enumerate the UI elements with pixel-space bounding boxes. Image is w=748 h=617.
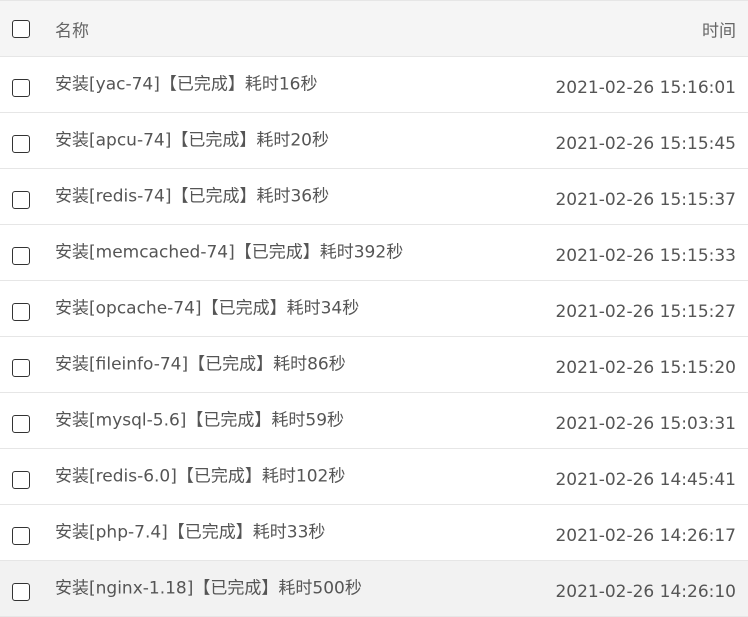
task-time: 2021-02-26 15:15:33 [555, 245, 736, 266]
task-name: 安装[fileinfo-74]【已完成】耗时86秒 [55, 354, 346, 374]
task-log-table: 名称 时间 安装[yac-74]【已完成】耗时16秒 2021-02-26 15… [0, 0, 748, 617]
column-header-time: 时间 [702, 21, 736, 41]
select-all-checkbox[interactable] [12, 19, 30, 38]
task-name: 安装[apcu-74]【已完成】耗时20秒 [55, 130, 329, 150]
table-row[interactable]: 安装[php-7.4]【已完成】耗时33秒 2021-02-26 14:26:1… [0, 505, 748, 561]
task-time: 2021-02-26 15:15:45 [555, 133, 736, 154]
row-checkbox[interactable] [12, 134, 30, 153]
task-time: 2021-02-26 14:45:41 [555, 469, 736, 490]
task-name: 安装[mysql-5.6]【已完成】耗时59秒 [55, 410, 345, 430]
task-name: 安装[memcached-74]【已完成】耗时392秒 [55, 242, 404, 262]
table-row[interactable]: 安装[nginx-1.18]【已完成】耗时500秒 2021-02-26 14:… [0, 561, 748, 617]
task-time: 2021-02-26 15:15:27 [555, 301, 736, 322]
task-time: 2021-02-26 14:26:10 [555, 581, 736, 602]
task-name: 安装[redis-74]【已完成】耗时36秒 [55, 186, 330, 206]
row-checkbox[interactable] [12, 246, 30, 265]
row-checkbox[interactable] [12, 470, 30, 489]
task-name: 安装[nginx-1.18]【已完成】耗时500秒 [55, 578, 362, 598]
task-time: 2021-02-26 15:15:20 [555, 357, 736, 378]
table-row[interactable]: 安装[opcache-74]【已完成】耗时34秒 2021-02-26 15:1… [0, 281, 748, 337]
row-checkbox[interactable] [12, 190, 30, 209]
column-header-name: 名称 [55, 21, 89, 41]
table-row[interactable]: 安装[apcu-74]【已完成】耗时20秒 2021-02-26 15:15:4… [0, 113, 748, 169]
table-row[interactable]: 安装[redis-6.0]【已完成】耗时102秒 2021-02-26 14:4… [0, 449, 748, 505]
row-checkbox[interactable] [12, 302, 30, 321]
table-row[interactable]: 安装[fileinfo-74]【已完成】耗时86秒 2021-02-26 15:… [0, 337, 748, 393]
table-row[interactable]: 安装[redis-74]【已完成】耗时36秒 2021-02-26 15:15:… [0, 169, 748, 225]
task-name: 安装[redis-6.0]【已完成】耗时102秒 [55, 466, 346, 486]
task-time: 2021-02-26 15:16:01 [555, 77, 736, 98]
task-time: 2021-02-26 14:26:17 [555, 525, 736, 546]
table-row[interactable]: 安装[mysql-5.6]【已完成】耗时59秒 2021-02-26 15:03… [0, 393, 748, 449]
row-checkbox[interactable] [12, 414, 30, 433]
row-checkbox[interactable] [12, 582, 30, 601]
task-time: 2021-02-26 15:03:31 [555, 413, 736, 434]
row-checkbox[interactable] [12, 78, 30, 97]
task-name: 安装[yac-74]【已完成】耗时16秒 [55, 74, 318, 94]
row-checkbox[interactable] [12, 526, 30, 545]
table-row[interactable]: 安装[memcached-74]【已完成】耗时392秒 2021-02-26 1… [0, 225, 748, 281]
task-time: 2021-02-26 15:15:37 [555, 189, 736, 210]
task-name: 安装[php-7.4]【已完成】耗时33秒 [55, 522, 326, 542]
row-checkbox[interactable] [12, 358, 30, 377]
table-header: 名称 时间 [0, 1, 748, 57]
table-row[interactable]: 安装[yac-74]【已完成】耗时16秒 2021-02-26 15:16:01 [0, 57, 748, 113]
task-name: 安装[opcache-74]【已完成】耗时34秒 [55, 298, 360, 318]
